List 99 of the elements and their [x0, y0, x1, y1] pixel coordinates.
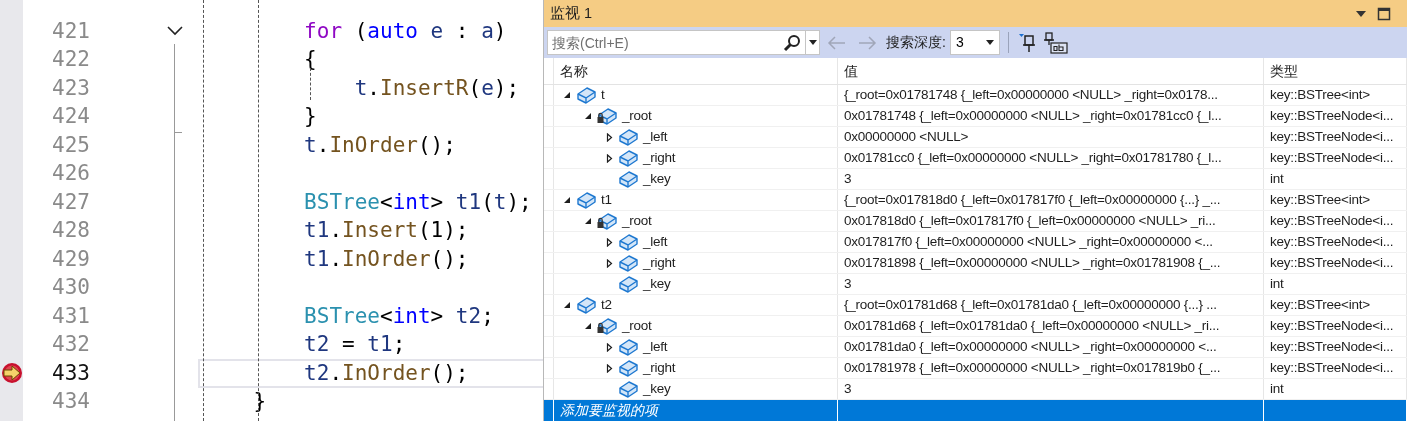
line-number: 429: [51, 245, 90, 273]
type-cell: key::BSTreeNode<i...: [1264, 316, 1407, 337]
value-cell: 0x017818d0 {_left=0x017817f0 {_left=0x00000000 <NULL> _ri...: [838, 211, 1264, 232]
dropdown-button[interactable]: [806, 30, 820, 55]
value-cell: 3: [838, 379, 1264, 400]
variable-name: _root: [622, 107, 652, 125]
variable-name: _right: [643, 359, 676, 377]
dropdown-arrow-icon[interactable]: [1355, 9, 1367, 18]
code-line: {: [304, 46, 317, 73]
line-number: 421: [51, 17, 90, 45]
code-line: t.InsertR(e);: [354, 74, 520, 102]
value-cell: 0x01781d68 {_left=0x01781da0 {_left=0x00000000 <NULL> _ri...: [838, 316, 1264, 337]
add-watch-field[interactable]: 添加要监视的项: [560, 400, 720, 421]
depth-label: 搜索深度:: [886, 33, 946, 52]
variable-name: t: [601, 86, 605, 104]
collapse-toggle[interactable]: [584, 112, 592, 121]
expand-toggle[interactable]: [605, 342, 613, 352]
expand-toggle[interactable]: [605, 237, 613, 247]
type-cell: key::BSTree<int>: [1264, 295, 1407, 316]
code-line: t2 = t1;: [304, 331, 406, 358]
expand-toggle[interactable]: [605, 132, 613, 142]
value-cell: 3: [838, 274, 1264, 295]
line-number: 431: [51, 302, 90, 330]
collapse-toggle[interactable]: [584, 322, 592, 331]
expand-toggle[interactable]: [605, 153, 613, 163]
line-number: 424: [51, 103, 90, 130]
value-cell: 3: [838, 169, 1264, 190]
expand-toggle[interactable]: [605, 363, 613, 373]
type-cell: key::BSTree<int>: [1264, 85, 1407, 106]
collapse-toggle[interactable]: [563, 91, 571, 100]
value-cell: 0x01781da0 {_left=0x00000000 <NULL> _right=0x00000000 <...: [838, 337, 1264, 358]
depth-dropdown[interactable]: 3: [949, 30, 1000, 55]
value-cell: {_root=0x017818d0 {_left=0x017817f0 {_left=0x00000000 {...} _...: [838, 190, 1264, 211]
variable-name: _right: [643, 149, 676, 167]
type-cell: key::BSTreeNode<i...: [1264, 337, 1407, 358]
variable-name: _left: [643, 338, 668, 356]
line-number: 426: [51, 160, 90, 187]
collapse-toggle[interactable]: [584, 217, 592, 226]
value-cell: 0x01781748 {_left=0x00000000 <NULL> _right=0x01781cc0 {_l...: [838, 106, 1264, 127]
caret-icon: [985, 40, 994, 45]
type-cell: int: [1264, 379, 1407, 400]
line-number: 423: [51, 74, 90, 102]
column-header[interactable]: 类型: [1264, 58, 1407, 84]
collapse-toggle[interactable]: [563, 196, 571, 205]
variable-name: _root: [622, 317, 652, 335]
code-line: BSTree<int> t2;: [304, 302, 494, 330]
value-cell: 0x00000000 <NULL>: [838, 127, 1264, 148]
line-number: 433: [51, 359, 90, 387]
variable-name: _key: [643, 275, 671, 293]
type-cell: key::BSTreeNode<i...: [1264, 211, 1407, 232]
value-cell: 0x01781cc0 {_left=0x00000000 <NULL> _right=0x01781780 {_l...: [838, 148, 1264, 169]
variable-name: _key: [643, 170, 671, 188]
value-cell: {_root=0x01781748 {_left=0x00000000 <NULL> _right=0x0178...: [838, 85, 1264, 106]
column-header[interactable]: 名称: [554, 58, 838, 84]
code-line: t1.InOrder();: [304, 245, 469, 273]
type-cell: key::BSTree<int>: [1264, 190, 1407, 211]
variable-name: t1: [601, 191, 612, 209]
code-line: }: [253, 388, 267, 415]
line-number: 428: [51, 217, 90, 244]
expand-toggle[interactable]: [605, 258, 613, 268]
variable-name: _key: [643, 380, 671, 398]
value-cell: 0x01781898 {_left=0x00000000 <NULL> _right=0x01781908 {_...: [838, 253, 1264, 274]
line-number: 427: [51, 188, 90, 216]
panel-title: 监视 1: [550, 3, 593, 23]
type-cell: key::BSTreeNode<i...: [1264, 127, 1407, 148]
value-cell: {_root=0x01781d68 {_left=0x01781da0 {_left=0x00000000 {...} ...: [838, 295, 1264, 316]
code-line: t1.Insert(1);: [304, 217, 469, 244]
type-cell: key::BSTreeNode<i...: [1264, 148, 1407, 169]
chevron-icon[interactable]: [167, 26, 183, 37]
value-cell: 0x01781978 {_left=0x00000000 <NULL> _right=0x017819b0 {_...: [838, 358, 1264, 379]
line-number: 432: [51, 331, 90, 358]
variable-name: _root: [622, 212, 652, 230]
line-number: 430: [51, 274, 90, 301]
line-number: 434: [51, 388, 90, 415]
search-icon[interactable]: [783, 34, 801, 52]
type-cell: key::BSTreeNode<i...: [1264, 106, 1407, 127]
code-line: }: [304, 103, 317, 130]
variable-name: t2: [601, 296, 612, 314]
caret-icon: [808, 40, 817, 45]
code-line: t2.InOrder();: [304, 359, 469, 387]
code-line: BSTree<int> t1(t);: [304, 188, 532, 216]
type-cell: key::BSTreeNode<i...: [1264, 253, 1407, 274]
collapse-toggle[interactable]: [563, 301, 571, 310]
variable-name: _left: [643, 233, 668, 251]
value-cell: 0x017817f0 {_left=0x00000000 <NULL> _right=0x00000000 <...: [838, 232, 1264, 253]
type-cell: key::BSTreeNode<i...: [1264, 358, 1407, 379]
type-cell: int: [1264, 274, 1407, 295]
line-number: 422: [51, 46, 90, 73]
column-header[interactable]: 值: [838, 58, 1264, 84]
search-field[interactable]: 搜索(Ctrl+E): [547, 30, 806, 55]
type-cell: key::BSTreeNode<i...: [1264, 232, 1407, 253]
code-line: t.InOrder();: [304, 131, 456, 159]
line-number: 425: [51, 131, 90, 159]
variable-name: _left: [643, 128, 668, 146]
variable-name: _right: [643, 254, 676, 272]
type-cell: int: [1264, 169, 1407, 190]
code-line: for (auto e : a): [304, 17, 507, 45]
pin-text-icon[interactable]: [1042, 31, 1069, 54]
maximize-icon[interactable]: [1377, 6, 1391, 21]
